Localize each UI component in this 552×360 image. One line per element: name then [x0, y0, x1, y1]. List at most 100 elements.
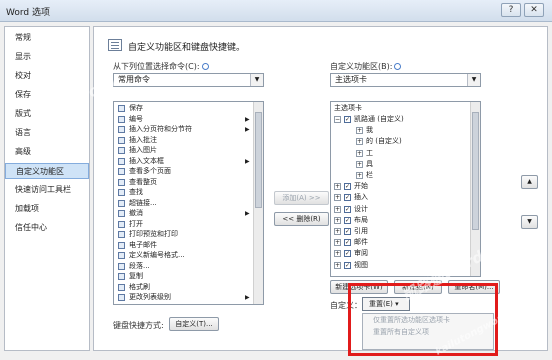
command-icon — [118, 283, 125, 291]
tree-node[interactable]: + 栏 — [356, 171, 373, 180]
tab-checkbox[interactable]: ✓ — [344, 205, 351, 213]
tree-node[interactable]: + ✓ 布局 — [334, 216, 368, 225]
nav-item-display[interactable]: 显示 — [5, 49, 89, 65]
tab-checkbox[interactable]: ✓ — [344, 216, 351, 224]
command-icon — [118, 189, 125, 196]
tree-node[interactable]: + 具 — [356, 160, 373, 169]
command-item[interactable]: 段落... — [118, 262, 150, 271]
commands-scrollbar[interactable] — [253, 102, 263, 304]
scrollbar-thumb[interactable] — [472, 112, 479, 230]
command-icon — [118, 136, 125, 144]
command-icon — [118, 262, 125, 270]
tab-checkbox[interactable]: ✓ — [344, 183, 351, 191]
tab-checkbox[interactable]: ✓ — [344, 116, 351, 123]
expand-icon[interactable]: + — [334, 239, 341, 247]
nav-item-language[interactable]: 语言 — [5, 125, 89, 141]
tree-node[interactable]: − ✓ 凯路通 (自定义) — [334, 115, 404, 124]
command-item[interactable]: 电子邮件 — [118, 241, 157, 250]
nav-item-advanced[interactable]: 高级 — [5, 144, 89, 160]
command-icon — [118, 241, 125, 249]
expand-icon[interactable]: + — [334, 216, 341, 224]
ribbon-tabs-tree[interactable]: 主选项卡 − ✓ 凯路通 (自定义) + 我 + 的 (自定义) + 工 + 具 + 栏 + ✓ 开始 + ✓ 插入… — [330, 101, 481, 277]
command-item[interactable]: 超链接... — [118, 199, 157, 208]
command-item[interactable]: 查看整页 — [118, 178, 157, 187]
move-up-button[interactable]: ▲ — [521, 175, 538, 189]
customize-ribbon-combo[interactable]: 主选项卡 ▼ — [330, 73, 481, 87]
expand-icon[interactable]: + — [356, 127, 363, 135]
command-item[interactable]: 查找 — [118, 188, 143, 197]
remove-button[interactable]: << 删除(R) — [274, 212, 329, 226]
tree-node[interactable]: + ✓ 邮件 — [334, 238, 368, 247]
command-item[interactable]: 打开 — [118, 220, 143, 229]
command-item[interactable]: 查看多个页面 — [118, 167, 171, 176]
command-label: 段落... — [129, 261, 150, 270]
command-item[interactable]: 复制 — [118, 272, 143, 281]
tree-node[interactable]: + 我 — [356, 126, 373, 135]
expand-icon[interactable]: + — [334, 228, 341, 235]
expand-icon[interactable]: + — [334, 250, 341, 258]
tree-node-label: 邮件 — [354, 238, 368, 247]
tree-header: 主选项卡 — [334, 104, 362, 112]
expand-icon[interactable]: + — [356, 149, 363, 157]
customize-keyboard-button[interactable]: 自定义(T)... — [169, 317, 219, 331]
command-item[interactable]: 插入图片 — [118, 146, 157, 155]
command-item[interactable]: 打印预览和打印 — [118, 230, 178, 239]
chevron-down-icon[interactable]: ▼ — [467, 74, 480, 86]
nav-item-customize-ribbon[interactable]: 自定义功能区 — [5, 163, 89, 179]
tab-checkbox[interactable]: ✓ — [344, 261, 351, 269]
tab-checkbox[interactable]: ✓ — [344, 250, 351, 258]
command-item[interactable]: 格式刷 — [118, 283, 150, 292]
tab-checkbox[interactable]: ✓ — [344, 194, 351, 202]
nav-item-proofing[interactable]: 校对 — [5, 68, 89, 84]
command-item[interactable]: 插入批注 — [118, 136, 157, 145]
expand-icon[interactable]: + — [334, 183, 341, 191]
command-item[interactable]: 定义新编号格式... — [118, 251, 185, 260]
command-icon — [118, 273, 125, 280]
command-icon — [118, 210, 125, 217]
tree-node[interactable]: + ✓ 引用 — [334, 227, 368, 236]
expand-icon[interactable]: + — [356, 160, 363, 168]
command-icon — [118, 199, 125, 207]
tree-node[interactable]: + 工 — [356, 149, 373, 158]
expand-icon[interactable]: + — [356, 138, 363, 146]
tree-node[interactable]: + ✓ 审阅 — [334, 249, 368, 258]
expand-icon[interactable]: + — [334, 261, 341, 269]
arrow-down-icon: ▼ — [527, 218, 532, 225]
tree-node[interactable]: + ✓ 视图 — [334, 261, 368, 270]
command-icon — [118, 126, 125, 133]
chevron-down-icon[interactable]: ▼ — [250, 74, 263, 86]
info-icon — [394, 63, 402, 70]
choose-commands-combo[interactable]: 常用命令 ▼ — [113, 73, 264, 87]
tab-checkbox[interactable]: ✓ — [344, 228, 351, 235]
expand-icon[interactable]: + — [356, 172, 363, 179]
tree-node[interactable]: + 的 (自定义) — [356, 137, 402, 146]
move-down-button[interactable]: ▼ — [521, 215, 538, 229]
tree-node[interactable]: + ✓ 开始 — [334, 182, 368, 191]
arrow-up-icon: ▲ — [527, 178, 532, 185]
tab-checkbox[interactable]: ✓ — [344, 239, 351, 247]
command-item[interactable]: 保存 — [118, 104, 143, 113]
command-icon — [118, 115, 125, 123]
command-item[interactable]: 编号 ▶ — [118, 115, 250, 124]
submenu-arrow-icon: ▶ — [245, 210, 250, 217]
command-item[interactable]: 插入分页符和分节符 ▶ — [118, 125, 250, 134]
nav-item-trust-center[interactable]: 信任中心 — [5, 220, 89, 236]
nav-item-add-ins[interactable]: 加载项 — [5, 201, 89, 217]
collapse-icon[interactable]: − — [334, 116, 341, 123]
nav-item-general[interactable]: 常规 — [5, 30, 89, 46]
command-item[interactable]: 撤消 ▶ — [118, 209, 250, 218]
scrollbar-thumb[interactable] — [255, 112, 262, 208]
expand-icon[interactable]: + — [334, 205, 341, 213]
tree-node[interactable]: + ✓ 插入 — [334, 193, 368, 202]
close-button[interactable]: ✕ — [524, 3, 544, 17]
expand-icon[interactable]: + — [334, 194, 341, 202]
command-item[interactable]: 更改列表级别 ▶ — [118, 293, 250, 302]
info-icon — [201, 63, 209, 70]
add-button[interactable]: 添加(A) >> — [274, 191, 329, 205]
help-button[interactable]: ? — [501, 3, 521, 17]
commands-list[interactable]: 保存编号 ▶ 插入分页符和分节符 ▶ 插入批注 插入图片插入文本框 ▶ 查看多个页面 查看整页查… — [113, 101, 264, 305]
command-item[interactable]: 插入文本框 ▶ — [118, 157, 250, 166]
nav-item-quick-access-toolbar[interactable]: 快速访问工具栏 — [5, 182, 89, 198]
tree-node[interactable]: + ✓ 设计 — [334, 205, 368, 214]
command-label: 电子邮件 — [129, 240, 157, 249]
